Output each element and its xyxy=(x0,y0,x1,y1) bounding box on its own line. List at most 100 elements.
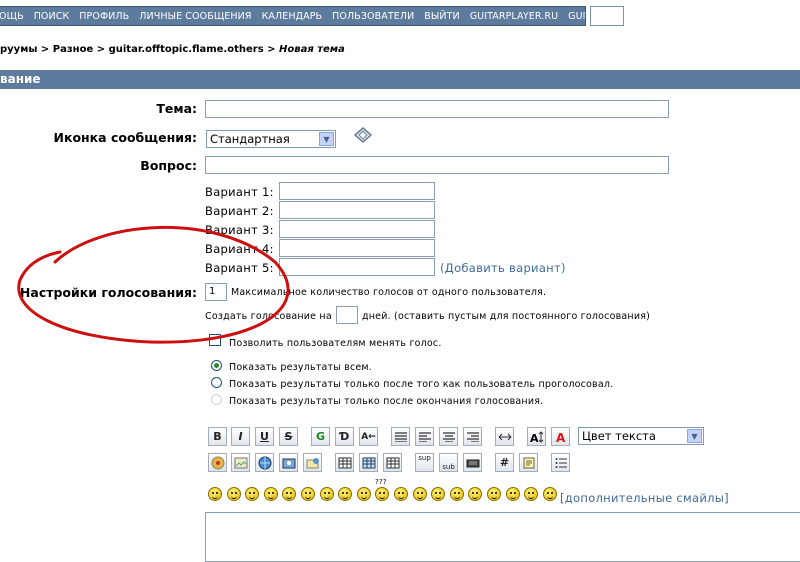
option-input-5[interactable] xyxy=(279,258,435,276)
question-input[interactable] xyxy=(205,156,669,174)
nav-item-calendar[interactable]: КАЛЕНДАРЬ xyxy=(262,11,323,22)
smiley-icon[interactable] xyxy=(226,487,241,501)
smiley-icon[interactable] xyxy=(263,487,278,501)
allow-change-checkbox[interactable] xyxy=(209,334,221,346)
duration-input[interactable] xyxy=(336,306,358,324)
table-row-button[interactable] xyxy=(359,453,378,472)
nav-item-profile[interactable]: ПРОФИЛЬ xyxy=(79,11,129,22)
quote-button[interactable] xyxy=(519,453,538,472)
table-icon xyxy=(338,457,351,468)
smiley-icon[interactable] xyxy=(449,487,464,501)
add-option-link[interactable]: (Добавить вариант) xyxy=(440,261,566,275)
option-input-4[interactable] xyxy=(279,239,435,257)
text-color-button[interactable]: A xyxy=(551,427,570,446)
nav-item-guitarplayer[interactable]: GUITARPLAYER.RU xyxy=(470,11,558,22)
message-textarea[interactable] xyxy=(205,512,800,562)
option-label-2: Вариант 2: xyxy=(205,204,274,218)
keyboard-icon xyxy=(466,459,479,467)
smiley-icon[interactable] xyxy=(524,487,539,501)
smiley-icon[interactable] xyxy=(282,487,297,501)
image-icon xyxy=(234,457,247,468)
question-label: Вопрос: xyxy=(140,158,197,173)
smiley-icon[interactable] xyxy=(245,487,260,501)
bold-button[interactable]: B xyxy=(208,427,227,446)
text-color-select[interactable]: Цвет текста ▼ xyxy=(578,427,704,445)
strike-button[interactable]: S xyxy=(279,427,298,446)
smiley-icon[interactable] xyxy=(208,487,222,501)
smiley-icon[interactable] xyxy=(412,487,427,501)
nav-item-logout[interactable]: ВЫЙТИ xyxy=(424,11,459,22)
font-size-icon: A xyxy=(530,430,543,443)
breadcrumb-forum[interactable]: guitar.offtopic.flame.others xyxy=(109,44,264,55)
smiley-icon[interactable] xyxy=(356,487,371,501)
align-right-button[interactable] xyxy=(463,427,482,446)
smiley-icon[interactable] xyxy=(375,487,390,501)
align-justify-icon xyxy=(394,431,407,442)
option-input-3[interactable] xyxy=(279,220,435,238)
list-button[interactable] xyxy=(551,453,570,472)
message-icon-select[interactable]: Стандартная ▼ xyxy=(206,130,336,148)
max-votes-text: Максимальное количество голосов от одног… xyxy=(231,287,547,298)
results-after-vote-radio[interactable] xyxy=(211,377,222,388)
ftp-button[interactable] xyxy=(279,453,298,472)
email-button[interactable] xyxy=(303,453,322,472)
breadcrumb-forums[interactable]: руумы xyxy=(0,44,37,55)
message-icon-select-value: Стандартная xyxy=(210,132,290,146)
shadow-button[interactable]: Ɗ xyxy=(335,427,354,446)
link-button[interactable] xyxy=(255,453,274,472)
smiley-icon[interactable] xyxy=(394,487,408,501)
globe-icon xyxy=(258,456,271,469)
code-button[interactable]: # xyxy=(495,453,514,472)
results-after-end-radio[interactable] xyxy=(211,394,222,405)
option-label-3: Вариант 3: xyxy=(205,223,274,237)
nav-item-users[interactable]: ПОЛЬЗОВАТЕЛИ xyxy=(332,11,414,22)
option-label-1: Вариант 1: xyxy=(205,185,274,199)
subscript-button[interactable]: sub xyxy=(439,453,458,472)
align-center-icon xyxy=(442,431,455,442)
breadcrumb-current: Новая тема xyxy=(279,44,345,55)
chevron-down-icon: ▼ xyxy=(319,132,334,146)
results-all-radio[interactable] xyxy=(211,360,222,371)
email-icon xyxy=(306,457,319,468)
align-justify-button[interactable] xyxy=(391,427,410,446)
table-row-icon xyxy=(362,457,375,468)
svg-text:A: A xyxy=(556,431,566,443)
nav-item-search[interactable]: ПОИСК xyxy=(34,11,70,22)
italic-button[interactable]: I xyxy=(231,427,250,446)
teletype-button[interactable] xyxy=(463,453,482,472)
post-icon-preview-icon xyxy=(353,127,373,143)
ltr-button[interactable]: A← xyxy=(359,427,378,446)
more-smilies-link[interactable]: [дополнительные смайлы] xyxy=(560,491,729,505)
option-label-5: Вариант 5: xyxy=(205,261,274,275)
smiley-icon[interactable] xyxy=(338,487,353,501)
option-input-1[interactable] xyxy=(279,182,435,200)
align-left-button[interactable] xyxy=(415,427,434,446)
glow-button[interactable]: G xyxy=(311,427,330,446)
nav-item-messages[interactable]: ЛИЧНЫЕ СООБЩЕНИЯ xyxy=(139,11,251,22)
table-column-icon xyxy=(386,457,399,468)
image-button[interactable] xyxy=(231,453,250,472)
allow-change-label: Позволить пользователям менять голос. xyxy=(229,338,442,349)
max-votes-input[interactable]: 1 xyxy=(205,283,227,301)
nav-item-help[interactable]: ОЩЬ xyxy=(0,11,24,22)
breadcrumb-misc[interactable]: Разное xyxy=(53,44,93,55)
flash-button[interactable] xyxy=(208,453,227,472)
underline-button[interactable]: U xyxy=(255,427,274,446)
list-icon xyxy=(555,457,567,468)
table-button[interactable] xyxy=(335,453,354,472)
smiley-icon[interactable] xyxy=(468,487,483,501)
smiley-icon[interactable] xyxy=(542,487,557,501)
table-column-button[interactable] xyxy=(383,453,402,472)
horizontal-rule-button[interactable] xyxy=(495,427,514,446)
option-input-2[interactable] xyxy=(279,201,435,219)
smiley-icon[interactable] xyxy=(319,487,334,501)
smiley-icon[interactable] xyxy=(431,487,446,501)
superscript-button[interactable]: sup xyxy=(415,453,434,472)
smiley-icon[interactable] xyxy=(505,487,520,501)
font-size-button[interactable]: A xyxy=(527,427,546,446)
smiley-icon[interactable] xyxy=(487,487,501,501)
subject-input[interactable] xyxy=(205,100,669,118)
smiley-icon[interactable] xyxy=(301,487,315,501)
align-center-button[interactable] xyxy=(439,427,458,446)
top-nav-bar: ОЩЬ ПОИСК ПРОФИЛЬ ЛИЧНЫЕ СООБЩЕНИЯ КАЛЕН… xyxy=(0,6,625,26)
